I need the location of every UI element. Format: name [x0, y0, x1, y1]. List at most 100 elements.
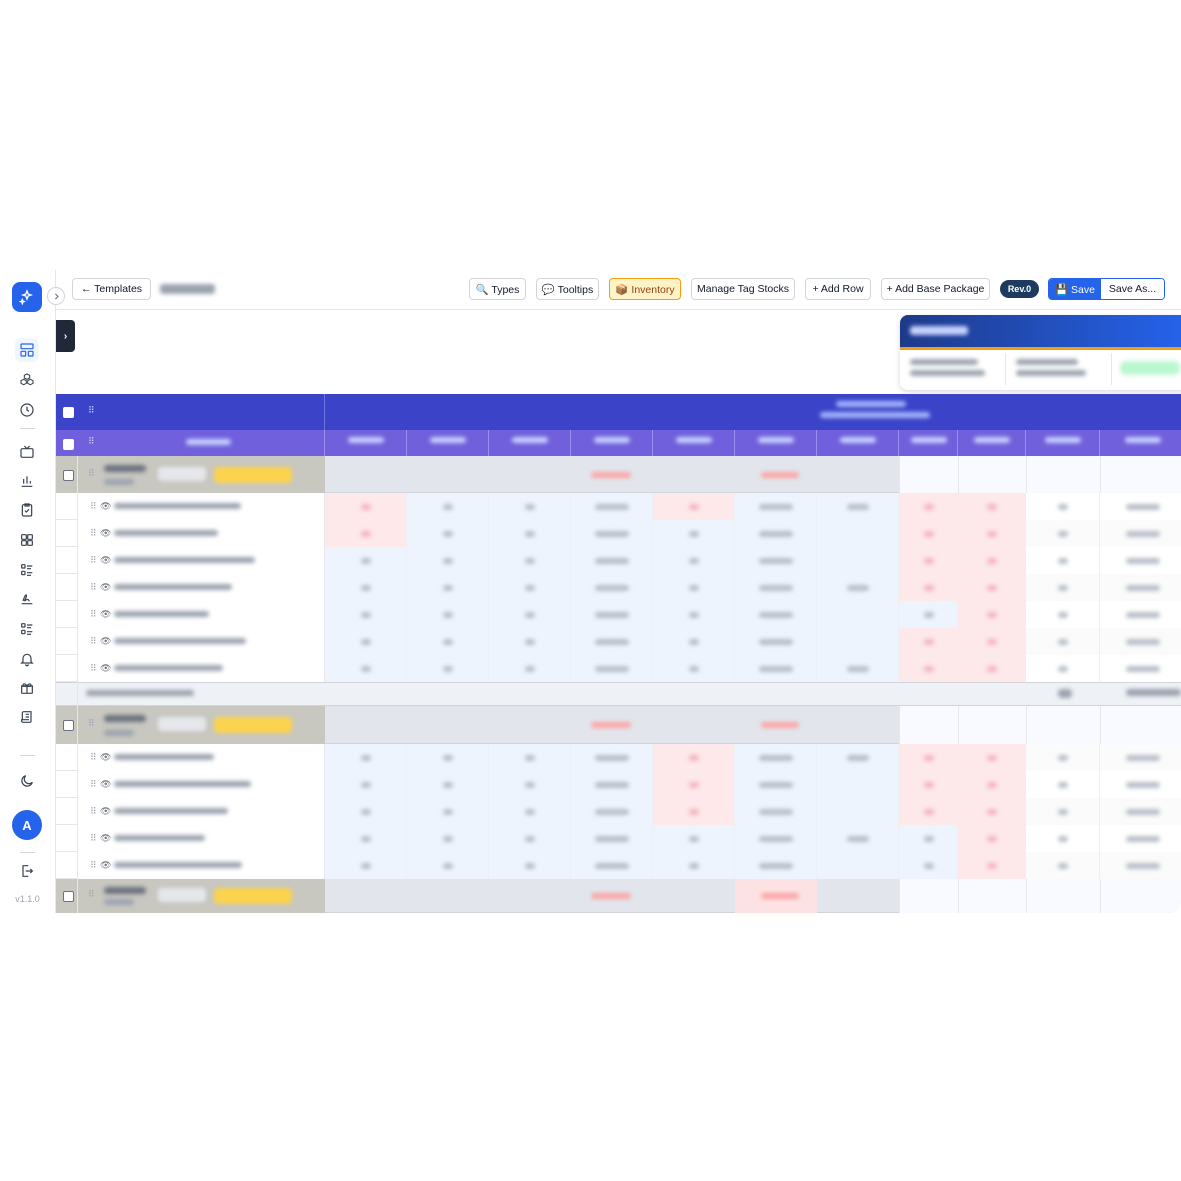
add-row-button[interactable]: + Add Row	[805, 278, 871, 300]
table-cell	[653, 852, 735, 879]
item-name-cell	[78, 798, 325, 825]
cell-value	[443, 503, 453, 510]
row-select-checkbox[interactable]	[63, 720, 74, 731]
add-base-package-button[interactable]: + Add Base Package	[881, 278, 990, 300]
drag-handle-icon[interactable]: ⠿	[90, 779, 97, 790]
drag-handle-icon[interactable]: ⠿	[88, 889, 95, 900]
drag-handle-icon[interactable]: ⠿	[90, 582, 97, 593]
group-name	[104, 887, 146, 894]
drag-handle-icon[interactable]: ⠿	[88, 718, 95, 729]
sparkle-logo-icon[interactable]	[12, 282, 42, 312]
checklist-icon[interactable]	[15, 617, 39, 641]
visibility-eye-icon[interactable]: 👁	[100, 663, 111, 674]
signature-icon[interactable]	[15, 587, 39, 611]
visibility-eye-icon[interactable]: 👁	[100, 528, 111, 539]
drag-handle-icon[interactable]: ⠿	[90, 636, 97, 647]
grid-divider	[1100, 456, 1101, 493]
package-card[interactable]	[900, 315, 1181, 390]
visibility-eye-icon[interactable]: 👁	[100, 609, 111, 620]
table-cell	[407, 628, 489, 655]
cell-value	[1126, 638, 1160, 645]
visibility-eye-icon[interactable]: 👁	[100, 806, 111, 817]
drag-handle-icon[interactable]: ⠿	[90, 752, 97, 763]
table-cell	[735, 574, 817, 601]
drag-handle-icon[interactable]: ⠿	[90, 501, 97, 512]
drag-handle-icon[interactable]: ⠿	[90, 833, 97, 844]
cell-value	[1058, 754, 1068, 761]
cell-value	[689, 584, 699, 591]
cell-value	[689, 638, 699, 645]
table-cell	[958, 574, 1026, 601]
inventory-button[interactable]: 📦 Inventory	[609, 278, 681, 300]
grid-divider	[1100, 879, 1101, 913]
cell-value	[847, 503, 869, 510]
table-cell	[735, 520, 817, 547]
row-select-checkbox[interactable]	[63, 407, 74, 418]
clipboard-check-icon[interactable]	[15, 498, 39, 522]
avatar[interactable]: A	[12, 810, 42, 840]
tooltips-button[interactable]: 💬 Tooltips	[536, 278, 599, 300]
table-cell	[325, 628, 407, 655]
sidebar-divider	[20, 755, 35, 756]
logout-icon[interactable]	[15, 859, 39, 883]
visibility-eye-icon[interactable]: 👁	[100, 636, 111, 647]
drag-handle-icon[interactable]: ⠿	[90, 860, 97, 871]
visibility-eye-icon[interactable]: 👁	[100, 779, 111, 790]
item-name-cell	[78, 825, 325, 852]
dashboard-icon[interactable]	[15, 338, 39, 362]
cell-value	[987, 665, 997, 672]
drag-handle-icon[interactable]: ⠿	[90, 663, 97, 674]
list-icon[interactable]	[15, 558, 39, 582]
visibility-eye-icon[interactable]: 👁	[100, 582, 111, 593]
visibility-eye-icon[interactable]: 👁	[100, 752, 111, 763]
drag-handle-icon[interactable]: ⠿	[90, 609, 97, 620]
back-to-templates-button[interactable]: ← Templates	[72, 278, 151, 300]
table-cell	[653, 798, 735, 825]
drag-handle-icon[interactable]: ⠿	[88, 405, 95, 416]
tv-icon[interactable]	[15, 440, 39, 464]
table-cell	[489, 520, 571, 547]
cell-value	[361, 808, 371, 815]
blurred-value	[591, 471, 631, 478]
blurred-value	[104, 730, 134, 736]
table-cell	[1100, 574, 1181, 601]
visibility-eye-icon[interactable]: 👁	[100, 833, 111, 844]
item-name-cell	[78, 852, 325, 879]
cell-value	[987, 754, 997, 761]
table-cell	[407, 601, 489, 628]
drag-handle-icon[interactable]: ⠿	[90, 806, 97, 817]
cubes-icon[interactable]	[15, 368, 39, 392]
visibility-eye-icon[interactable]: 👁	[100, 555, 111, 566]
scroll-icon[interactable]	[15, 705, 39, 729]
column-header	[735, 430, 817, 456]
sidebar-expand-button[interactable]	[47, 287, 65, 305]
visibility-eye-icon[interactable]: 👁	[100, 860, 111, 871]
bell-icon[interactable]	[15, 647, 39, 671]
row-select-checkbox[interactable]	[63, 891, 74, 902]
table-cell	[571, 574, 653, 601]
cell-value	[1058, 584, 1068, 591]
cell-value	[689, 781, 699, 788]
row-select-checkbox[interactable]	[63, 469, 74, 481]
grid-icon[interactable]	[15, 528, 39, 552]
types-button[interactable]: 🔍 Types	[469, 278, 526, 300]
bar-chart-icon[interactable]	[15, 469, 39, 493]
save-button[interactable]: 💾 Save	[1049, 279, 1101, 299]
gift-icon[interactable]	[15, 676, 39, 700]
item-name-cell	[78, 744, 325, 771]
save-as-button[interactable]: Save As...	[1101, 279, 1164, 299]
cell-value	[923, 781, 934, 788]
cell-value	[361, 611, 371, 618]
moon-icon[interactable]	[15, 769, 39, 793]
visibility-eye-icon[interactable]: 👁	[100, 501, 111, 512]
drag-handle-icon[interactable]: ⠿	[90, 555, 97, 566]
table-cell	[1100, 547, 1181, 574]
drawer-toggle-button[interactable]: ›	[56, 320, 75, 352]
clock-icon[interactable]	[15, 398, 39, 422]
drag-handle-icon[interactable]: ⠿	[90, 528, 97, 539]
drag-handle-icon[interactable]: ⠿	[88, 468, 95, 479]
manage-tag-stocks-button[interactable]: Manage Tag Stocks	[691, 278, 795, 300]
cell-value	[689, 530, 699, 537]
table-cell	[1100, 825, 1181, 852]
cell-value	[525, 665, 535, 672]
